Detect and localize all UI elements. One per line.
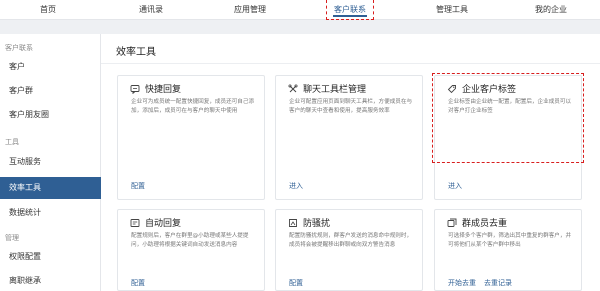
card-quick-reply: 快捷回复 企业可为成员统一配置快捷回复，成员还可自己添加，添加后，成员可在与客户… <box>117 75 265 200</box>
sidebar-item-resignation[interactable]: 离职继承 <box>0 272 101 290</box>
nav-management-tools[interactable]: 管理工具 <box>436 4 468 15</box>
sidebar-group-customer: 客户联系 <box>5 44 33 52</box>
card-title: 快捷回复 <box>145 85 182 95</box>
sidebar-item-moments[interactable]: 客户朋友圈 <box>0 106 101 124</box>
configure-link[interactable]: 配置 <box>131 278 145 288</box>
nav-home[interactable]: 首页 <box>40 4 56 15</box>
anti-harass-icon <box>288 218 298 228</box>
sidebar-item-efficiency-tools[interactable]: 效率工具 <box>0 177 101 199</box>
card-description: 可选择多个客户群，筛选出其中重复的群客户，并可将他们从某个客户群中移出 <box>448 233 572 248</box>
auto-reply-icon <box>130 218 140 228</box>
enter-link[interactable]: 进入 <box>289 181 303 191</box>
card-title: 群成员去重 <box>462 219 508 229</box>
configure-link[interactable]: 配置 <box>131 181 145 191</box>
card-title: 防骚扰 <box>303 219 331 229</box>
top-navigation: 首页 通讯录 应用管理 客户联系 管理工具 我的企业 <box>0 0 600 20</box>
nav-highlight-box <box>326 0 374 20</box>
toolbar-icon <box>288 84 298 94</box>
card-group-dedupe: 群成员去重 可选择多个客户群，筛选出其中重复的群客户，并可将他们从某个客户群中移… <box>434 209 582 291</box>
card-anti-harassment: 防骚扰 配置防骚扰规则，群客户发送的消息命中规则时，成员将会被提醒移出群聊或向双… <box>275 209 423 291</box>
sidebar: 客户联系 客户 客户群 客户朋友圈 工具 互动服务 效率工具 数据统计 管理 权… <box>0 34 101 291</box>
card-description: 企业可为成员统一配置快捷回复，成员还可自己添加，添加后，成员可在与客户的聊天中使… <box>131 99 255 114</box>
enter-link[interactable]: 进入 <box>448 181 462 191</box>
card-chat-toolbar: 聊天工具栏管理 企业可配置应用页面到聊天工具栏，方便成员在与客户的聊天中查看和使… <box>275 75 423 200</box>
sidebar-group-manage: 管理 <box>5 234 19 242</box>
sidebar-item-permissions[interactable]: 权限配置 <box>0 248 101 266</box>
card-description: 配置防骚扰规则，群客户发送的消息命中规则时，成员将会被提醒移出群聊或向双方警告消… <box>289 233 413 248</box>
sidebar-group-tools: 工具 <box>5 138 19 146</box>
dedupe-records-link[interactable]: 去重记录 <box>484 278 512 288</box>
card-description: 企业可配置应用页面到聊天工具栏，方便成员在与客户的聊天中查看和使用，提高服务效率 <box>289 99 413 114</box>
card-title: 自动回复 <box>145 219 182 229</box>
main-content: 效率工具 快捷回复 企业可为成员统一配置快捷回复，成员还可自己添加，添加后，成员… <box>101 34 600 291</box>
sidebar-item-statistics[interactable]: 数据统计 <box>0 204 101 222</box>
title-divider <box>101 63 600 64</box>
header-band <box>0 21 600 34</box>
nav-contacts[interactable]: 通讯录 <box>139 4 163 15</box>
nav-app-management[interactable]: 应用管理 <box>234 4 266 15</box>
nav-my-enterprise[interactable]: 我的企业 <box>535 4 567 15</box>
dedupe-icon <box>447 218 457 228</box>
sidebar-item-interaction[interactable]: 互动服务 <box>0 153 101 171</box>
start-dedupe-link[interactable]: 开始去重 <box>448 278 476 288</box>
configure-link[interactable]: 配置 <box>289 278 303 288</box>
sidebar-item-customer-groups[interactable]: 客户群 <box>0 82 101 100</box>
sidebar-item-customers[interactable]: 客户 <box>0 58 101 76</box>
card-description: 配置规则后，客户在群里@小助理或某些人提提问，小助理将根据关键词自动发送消息内容 <box>131 233 249 248</box>
card-auto-reply: 自动回复 配置规则后，客户在群里@小助理或某些人提提问，小助理将根据关键词自动发… <box>117 209 265 291</box>
card-highlight-box <box>432 73 584 163</box>
page-title: 效率工具 <box>116 47 156 58</box>
quick-reply-icon <box>130 84 140 94</box>
card-title: 聊天工具栏管理 <box>303 85 367 95</box>
